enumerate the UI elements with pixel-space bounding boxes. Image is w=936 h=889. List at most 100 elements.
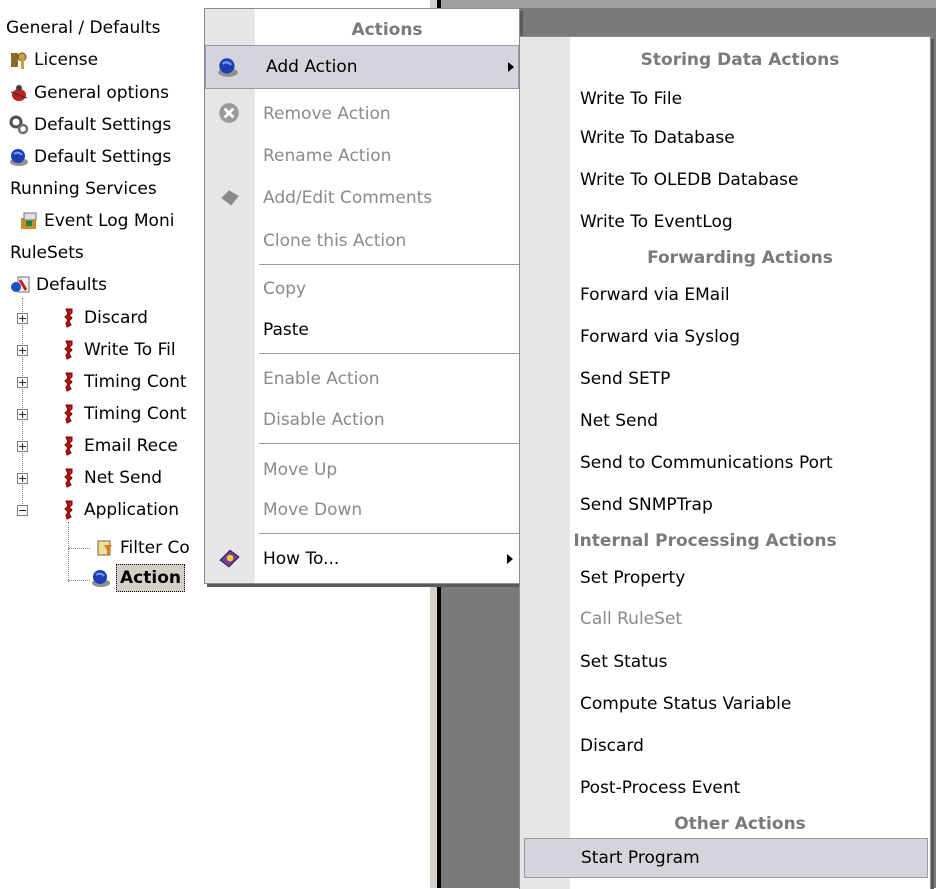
help-book-icon — [219, 549, 240, 568]
tree-item-rule-discard[interactable]: Discard — [58, 305, 148, 331]
submenu-item-set-property[interactable]: Set Property — [520, 559, 930, 597]
expand-toggle[interactable]: + — [17, 345, 28, 356]
expand-toggle[interactable]: + — [17, 409, 28, 420]
tree-item-license[interactable]: License — [8, 47, 98, 73]
tree-item-label: Timing Cont — [84, 404, 187, 424]
bug-icon — [10, 85, 28, 101]
tree-item-rulesets[interactable]: RuleSets — [10, 240, 84, 266]
tree-item-rule-timing-2[interactable]: Timing Cont — [58, 401, 187, 427]
tree-item-rule-net-send[interactable]: Net Send — [58, 465, 162, 491]
menu-item-label: Clone this Action — [263, 231, 407, 251]
menu-item-copy[interactable]: Copy — [205, 270, 519, 308]
submenu-item-forward-email[interactable]: Forward via EMail — [520, 276, 930, 314]
menu-item-clone-action[interactable]: Clone this Action — [205, 222, 519, 260]
tree-connector — [68, 580, 90, 581]
tree-item-rule-write-to-file[interactable]: Write To Fil — [58, 337, 176, 363]
tree-item-default-settings-2[interactable]: Default Settings — [8, 144, 171, 170]
submenu-arrow-icon — [507, 554, 513, 564]
menu-item-label: Move Up — [263, 460, 338, 480]
submenu-item-set-status[interactable]: Set Status — [520, 643, 930, 681]
submenu-item-send-snmptrap[interactable]: Send SNMPTrap — [520, 486, 930, 524]
rule-icon — [64, 436, 73, 456]
menu-item-label: Remove Action — [263, 104, 391, 124]
submenu-item-start-program[interactable]: Start Program — [524, 838, 928, 878]
globe-icon — [92, 570, 110, 587]
tree-item-default-settings-1[interactable]: Default Settings — [8, 112, 171, 138]
menu-item-label: How To... — [263, 549, 340, 569]
menu-item-label: Set Status — [580, 652, 668, 672]
menu-item-label: Rename Action — [263, 146, 392, 166]
menu-separator — [259, 533, 519, 534]
submenu-item-send-comm-port[interactable]: Send to Communications Port — [520, 444, 930, 482]
tree-item-label: Write To Fil — [84, 340, 176, 360]
tree-item-general-defaults[interactable]: General / Defaults — [6, 15, 161, 41]
tree-item-rule-timing-1[interactable]: Timing Cont — [58, 369, 187, 395]
globe-icon — [218, 58, 238, 77]
comment-icon — [221, 190, 239, 206]
menu-item-label: Send SNMPTrap — [580, 495, 713, 515]
tree-item-label: Default Settings — [34, 115, 172, 135]
tree-item-rule-email[interactable]: Email Rece — [58, 433, 178, 459]
menu-item-move-up[interactable]: Move Up — [205, 451, 519, 489]
tree-item-label: Event Log Moni — [44, 211, 175, 231]
menu-item-label: Set Property — [580, 568, 686, 588]
rule-icon — [64, 372, 73, 392]
submenu-item-net-send[interactable]: Net Send — [520, 402, 930, 440]
submenu-item-compute-status-variable[interactable]: Compute Status Variable — [520, 685, 930, 723]
tree-item-running-services[interactable]: Running Services — [10, 176, 157, 202]
collapse-toggle[interactable]: − — [17, 505, 28, 516]
submenu-item-write-to-oledb[interactable]: Write To OLEDB Database — [520, 161, 930, 199]
menu-item-label: Move Down — [263, 500, 363, 520]
tree-item-action[interactable]: Action — [90, 564, 185, 592]
menu-item-paste[interactable]: Paste — [205, 311, 519, 349]
submenu-item-call-ruleset[interactable]: Call RuleSet — [520, 600, 930, 638]
expand-toggle[interactable]: + — [17, 377, 28, 388]
submenu-arrow-icon — [508, 62, 514, 72]
menu-separator — [259, 264, 519, 265]
menu-item-label: Write To File — [580, 89, 683, 109]
menu-separator — [259, 353, 519, 354]
menu-item-enable-action[interactable]: Enable Action — [205, 360, 519, 398]
menu-item-move-down[interactable]: Move Down — [205, 491, 519, 529]
section-header-other: Other Actions — [674, 814, 806, 834]
menu-item-label: Disable Action — [263, 410, 385, 430]
submenu-item-post-process-event[interactable]: Post-Process Event — [520, 769, 930, 807]
submenu-item-write-to-eventlog[interactable]: Write To EventLog — [520, 203, 930, 241]
expand-toggle[interactable]: + — [17, 313, 28, 324]
expand-toggle[interactable]: + — [17, 473, 28, 484]
menu-item-remove-action[interactable]: Remove Action — [205, 95, 519, 133]
submenu-item-forward-syslog[interactable]: Forward via Syslog — [520, 318, 930, 356]
tree-item-general-options[interactable]: General options — [8, 80, 169, 106]
globe-icon — [10, 149, 28, 166]
menu-item-label: Write To Database — [580, 128, 735, 148]
menu-item-label: Forward via EMail — [580, 285, 730, 305]
menu-item-add-action[interactable]: Add Action — [205, 45, 519, 89]
tree-item-label: General / Defaults — [6, 18, 161, 38]
rule-icon — [64, 404, 73, 424]
menu-item-disable-action[interactable]: Disable Action — [205, 401, 519, 439]
menu-item-rename-action[interactable]: Rename Action — [205, 137, 519, 175]
submenu-item-discard[interactable]: Discard — [520, 727, 930, 765]
tree-item-defaults-ruleset[interactable]: Defaults — [10, 272, 107, 298]
tree-item-filter-conditions[interactable]: Filter Co — [94, 535, 190, 561]
tree-item-label: Running Services — [10, 179, 157, 199]
event-log-icon — [21, 212, 37, 229]
submenu-item-send-setp[interactable]: Send SETP — [520, 360, 930, 398]
tree-item-label: Application — [84, 500, 179, 520]
tree-item-label: Timing Cont — [84, 372, 187, 392]
menu-item-how-to[interactable]: How To... — [205, 540, 519, 578]
menu-item-label: Start Program — [581, 848, 700, 868]
rule-icon — [64, 340, 73, 360]
submenu-item-write-to-file[interactable]: Write To File — [520, 80, 930, 118]
tree-item-rule-application[interactable]: Application — [58, 497, 179, 523]
menu-separator — [259, 443, 519, 444]
submenu-item-write-to-database[interactable]: Write To Database — [520, 119, 930, 157]
expand-toggle[interactable]: + — [17, 441, 28, 452]
filter-icon — [97, 540, 112, 556]
menu-item-label: Discard — [580, 736, 644, 756]
gear-icon — [9, 115, 29, 135]
tree-item-event-log-monitor[interactable]: Event Log Moni — [18, 208, 174, 234]
menu-item-label: Forward via Syslog — [580, 327, 740, 347]
menu-item-label: Post-Process Event — [580, 778, 741, 798]
menu-item-add-edit-comments[interactable]: Add/Edit Comments — [205, 179, 519, 217]
